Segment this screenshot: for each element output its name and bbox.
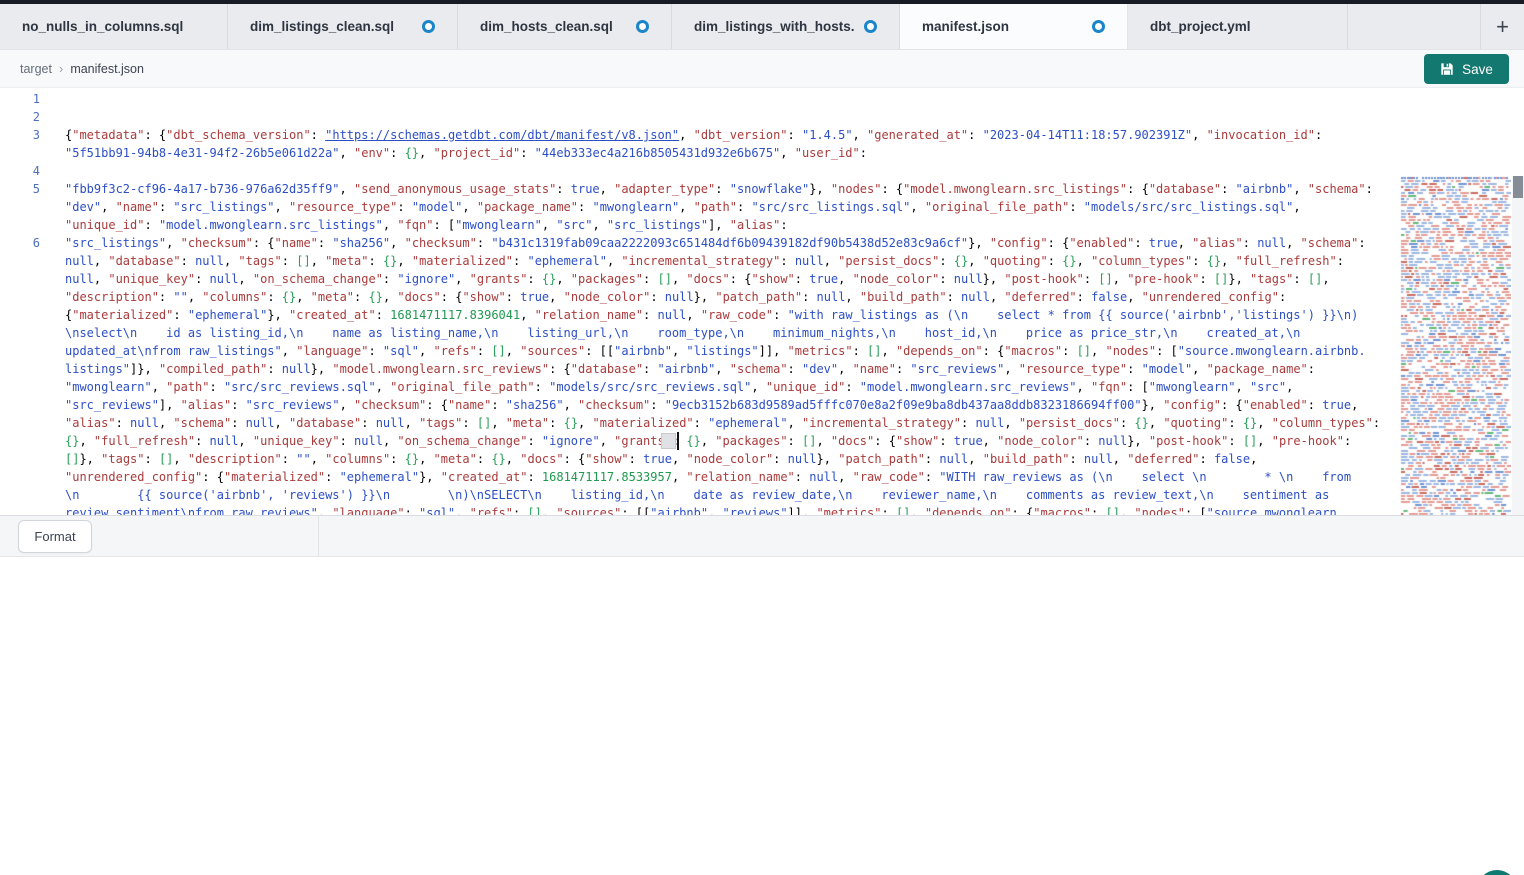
code-row[interactable]: 5"fbb9f3c2-cf96-4a17-b736-976a62d35ff9",… (0, 180, 1398, 198)
breadcrumb-chevron-icon: › (59, 61, 63, 76)
code-row[interactable]: \n {{ source('airbnb', 'reviews') }}\n \… (0, 486, 1398, 504)
editor-minimap[interactable] (1400, 176, 1511, 515)
line-number (0, 198, 40, 216)
panel-divider (318, 516, 319, 557)
line-number (0, 450, 40, 468)
code-row[interactable]: "dev", "name": "src_listings", "resource… (0, 198, 1398, 216)
code-row[interactable]: {}, "full_refresh": null, "unique_key": … (0, 432, 1398, 450)
tab-label: no_nulls_in_columns.sql (22, 19, 183, 34)
code-editor[interactable]: 123{"metadata": {"dbt_schema_version": "… (0, 88, 1524, 515)
line-number: 2 (0, 108, 40, 126)
line-number (0, 486, 40, 504)
line-number (0, 396, 40, 414)
code-row[interactable]: "mwonglearn", "path": "src/src_reviews.s… (0, 378, 1398, 396)
line-number: 6 (0, 234, 40, 252)
unsaved-changes-dot-icon[interactable] (422, 20, 435, 33)
save-floppy-icon (1440, 62, 1454, 76)
save-button-label: Save (1462, 62, 1493, 77)
tab-no_nulls_in_columns-sql[interactable]: no_nulls_in_columns.sql (0, 4, 228, 49)
code-row[interactable]: null, "database": null, "tags": [], "met… (0, 252, 1398, 270)
unsaved-changes-dot-icon[interactable] (864, 20, 877, 33)
scrollbar-thumb[interactable] (1513, 176, 1523, 198)
line-number (0, 342, 40, 360)
tab-label: dim_listings_clean.sql (250, 19, 394, 34)
tab-dim_listings_clean-sql[interactable]: dim_listings_clean.sql (228, 4, 458, 49)
line-number: 4 (0, 162, 40, 180)
format-bar: Format (0, 515, 1524, 557)
format-button[interactable]: Format (18, 520, 92, 553)
line-number (0, 324, 40, 342)
line-number (0, 252, 40, 270)
line-number (0, 216, 40, 234)
code-row[interactable]: updated_at\nfrom raw_listings", "languag… (0, 342, 1398, 360)
code-row[interactable]: \nselect\n id as listing_id,\n name as l… (0, 324, 1398, 342)
results-panel (0, 557, 1524, 875)
code-content[interactable]: 123{"metadata": {"dbt_schema_version": "… (0, 90, 1398, 515)
code-row[interactable]: 4 (0, 162, 1398, 180)
code-row[interactable]: "unrendered_config": {"materialized": "e… (0, 468, 1398, 486)
line-number (0, 378, 40, 396)
tab-label: dim_hosts_clean.sql (480, 19, 613, 34)
code-row[interactable]: 2 (0, 108, 1398, 126)
code-row[interactable]: "5f51bb91-94b8-4e31-94f2-26b5e061d22a", … (0, 144, 1398, 162)
unsaved-changes-dot-icon[interactable] (636, 20, 649, 33)
tab-dim_hosts_clean-sql[interactable]: dim_hosts_clean.sql (458, 4, 672, 49)
line-number: 1 (0, 90, 40, 108)
code-row[interactable]: 1 (0, 90, 1398, 108)
editor-scrollbar[interactable] (1512, 176, 1524, 515)
code-row[interactable]: 3{"metadata": {"dbt_schema_version": "ht… (0, 126, 1398, 144)
code-row[interactable]: "alias": null, "schema": null, "database… (0, 414, 1398, 432)
breadcrumb: target › manifest.json (20, 61, 144, 76)
line-number (0, 504, 40, 515)
line-number (0, 432, 40, 450)
tab-dbt_project-yml[interactable]: dbt_project.yml (1128, 4, 1348, 49)
tab-manifest-json[interactable]: manifest.json (900, 4, 1128, 49)
tab-label: dbt_project.yml (1150, 19, 1251, 34)
line-number: 5 (0, 180, 40, 198)
tab-dim_listings_with_hosts-sql[interactable]: dim_listings_with_hosts.sql (672, 4, 900, 49)
line-number (0, 468, 40, 486)
line-number (0, 414, 40, 432)
breadcrumb-folder[interactable]: target (20, 62, 52, 76)
tab-bar-spacer (1348, 4, 1480, 49)
code-row[interactable]: {"materialized": "ephemeral"}, "created_… (0, 306, 1398, 324)
save-button[interactable]: Save (1424, 54, 1509, 84)
line-number: 3 (0, 126, 40, 144)
file-toolbar: target › manifest.json Save (0, 50, 1524, 88)
line-number (0, 288, 40, 306)
tab-label: manifest.json (922, 19, 1009, 34)
line-number (0, 144, 40, 162)
tab-label: dim_listings_with_hosts.sql (694, 19, 854, 34)
code-row[interactable]: review_sentiment\nfrom raw_reviews", "la… (0, 504, 1398, 515)
code-row[interactable]: "src_reviews"], "alias": "src_reviews", … (0, 396, 1398, 414)
new-tab-button[interactable]: + (1480, 4, 1524, 49)
breadcrumb-file[interactable]: manifest.json (70, 62, 144, 76)
code-row[interactable]: listings"]}, "compiled_path": null}, "mo… (0, 360, 1398, 378)
code-row[interactable]: null, "unique_key": null, "on_schema_cha… (0, 270, 1398, 288)
code-row[interactable]: "unique_id": "model.mwonglearn.src_listi… (0, 216, 1398, 234)
code-row[interactable]: "description": "", "columns": {}, "meta"… (0, 288, 1398, 306)
line-number (0, 270, 40, 288)
line-number (0, 306, 40, 324)
code-row[interactable]: []}, "tags": [], "description": "", "col… (0, 450, 1398, 468)
line-number (0, 360, 40, 378)
code-row[interactable]: 6"src_listings", "checksum": {"name": "s… (0, 234, 1398, 252)
unsaved-changes-dot-icon[interactable] (1092, 20, 1105, 33)
editor-tab-bar: no_nulls_in_columns.sql dim_listings_clea… (0, 4, 1524, 50)
